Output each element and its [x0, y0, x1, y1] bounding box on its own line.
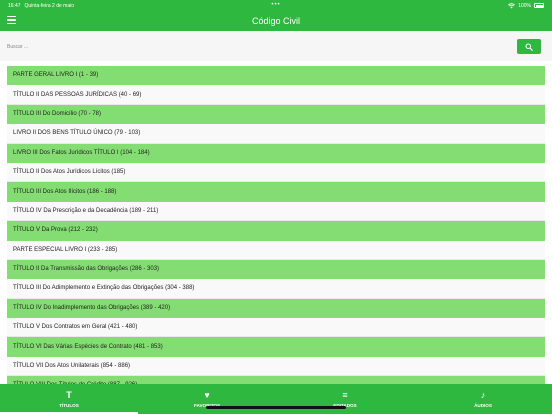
list-item-label: TÍTULO II DAS PESSOAS JURÍDICAS (40 - 69…: [13, 91, 142, 98]
music-note-icon: ♪: [480, 389, 486, 400]
list-item-label: LIVRO II DOS BENS TÍTULO ÚNICO (79 - 103…: [13, 130, 141, 137]
list-item[interactable]: TÍTULO IV Do Inadimplemento das Obrigaçõ…: [7, 298, 545, 319]
tab-favoritos[interactable]: ♥ FAVORITOS: [138, 384, 276, 414]
list-item-label: LIVRO III Dos Fatos Jurídicos TÍTULO I (…: [13, 149, 150, 156]
tab-editados[interactable]: ≡ EDITADOS: [276, 384, 414, 414]
status-time: 16:47: [8, 2, 21, 9]
list-item[interactable]: TÍTULO III Do Adimplemento e Extinção da…: [7, 279, 545, 299]
list-item-label: TÍTULO VII Dos Atos Unilaterais (854 - 8…: [13, 363, 131, 370]
titles-list: PARTE GERAL LIVRO I (1 - 39) TÍTULO II DA…: [7, 66, 545, 396]
list-item[interactable]: TÍTULO V Dos Contratos em Geral (421 - 4…: [7, 318, 545, 338]
status-left: 16:47 Quinta-feira 2 de maio: [8, 3, 74, 9]
list-item[interactable]: TÍTULO II DAS PESSOAS JURÍDICAS (40 - 69…: [7, 85, 545, 105]
list-item-label: PARTE ESPECIAL LIVRO I (233 - 285): [13, 246, 118, 253]
home-indicator: [206, 406, 346, 409]
list-item-label: TÍTULO II Dos Atos Jurídicos Lícitos (18…: [13, 169, 126, 176]
list-item-label: TÍTULO IV Do Inadimplemento das Obrigaçõ…: [13, 304, 171, 311]
list-item[interactable]: TÍTULO V Da Prova (212 - 232): [7, 221, 545, 241]
status-bar: 16:47 Quinta-feira 2 de maio ••• 100%: [0, 0, 552, 11]
status-date: Quinta-feira 2 de maio: [24, 2, 74, 9]
list-item[interactable]: LIVRO II DOS BENS TÍTULO ÚNICO (79 - 103…: [7, 124, 545, 144]
search-button[interactable]: [517, 39, 541, 54]
list-item[interactable]: TÍTULO IV Da Prescrição e da Decadência …: [7, 201, 545, 222]
battery-percent: 100%: [518, 2, 531, 9]
list-item-label: TÍTULO III Do Domicílio (70 - 78): [13, 110, 102, 117]
hamburger-menu-icon[interactable]: [7, 16, 16, 24]
status-right: 100%: [508, 3, 544, 9]
heart-icon: ♥: [204, 389, 210, 400]
list-item[interactable]: PARTE GERAL LIVRO I (1 - 39): [7, 66, 545, 86]
list-item[interactable]: PARTE ESPECIAL LIVRO I (233 - 285): [7, 240, 545, 260]
tab-audios[interactable]: ♪ ÁUDIOS: [414, 384, 552, 414]
page-title: Código Civil: [251, 16, 301, 26]
list-item-label: TÍTULO V Dos Contratos em Geral (421 - 4…: [13, 324, 138, 331]
list-item-label: PARTE GERAL LIVRO I (1 - 39): [13, 72, 99, 79]
list-item[interactable]: TÍTULO VI Das Várias Espécies de Contrat…: [7, 337, 545, 357]
tab-label: ÁUDIOS: [474, 402, 492, 408]
battery-icon: [534, 3, 544, 8]
list-item[interactable]: TÍTULO III Dos Atos Ilícitos (186 - 188): [7, 182, 545, 202]
search-bar: [0, 31, 552, 61]
tab-label: TÍTULOS: [59, 402, 79, 408]
list-item-label: TÍTULO VI Das Várias Espécies de Contrat…: [13, 343, 163, 350]
list-item[interactable]: TÍTULO II Da Transmissão das Obrigações …: [7, 259, 545, 280]
list-icon: ≡: [342, 389, 348, 400]
list-item[interactable]: TÍTULO III Do Domicílio (70 - 78): [7, 104, 545, 125]
title-t-icon: T: [66, 389, 72, 400]
bottom-tab-bar: T TÍTULOS ♥ FAVORITOS ≡ EDITADOS ♪ ÁUDIOS: [0, 384, 552, 414]
list-item[interactable]: TÍTULO II Dos Atos Jurídicos Lícitos (18…: [7, 162, 545, 183]
list-item-label: TÍTULO III Do Adimplemento e Extinção da…: [13, 285, 195, 292]
app-bar: Código Civil: [0, 11, 552, 31]
search-icon: [525, 43, 533, 51]
list-item-label: TÍTULO IV Da Prescrição e da Decadência …: [13, 207, 159, 214]
list-item[interactable]: LIVRO III Dos Fatos Jurídicos TÍTULO I (…: [7, 143, 545, 163]
search-input[interactable]: [7, 39, 512, 54]
wifi-icon: [508, 2, 516, 8]
tab-titulos[interactable]: T TÍTULOS: [0, 384, 138, 414]
list-item-label: TÍTULO II Da Transmissão das Obrigações …: [13, 266, 160, 273]
list-item-label: TÍTULO III Dos Atos Ilícitos (186 - 188): [13, 188, 117, 195]
multitask-dots[interactable]: •••: [271, 2, 280, 8]
list-item[interactable]: TÍTULO VII Dos Atos Unilaterais (854 - 8…: [7, 356, 545, 377]
list-item-label: TÍTULO V Da Prova (212 - 232): [13, 227, 98, 234]
